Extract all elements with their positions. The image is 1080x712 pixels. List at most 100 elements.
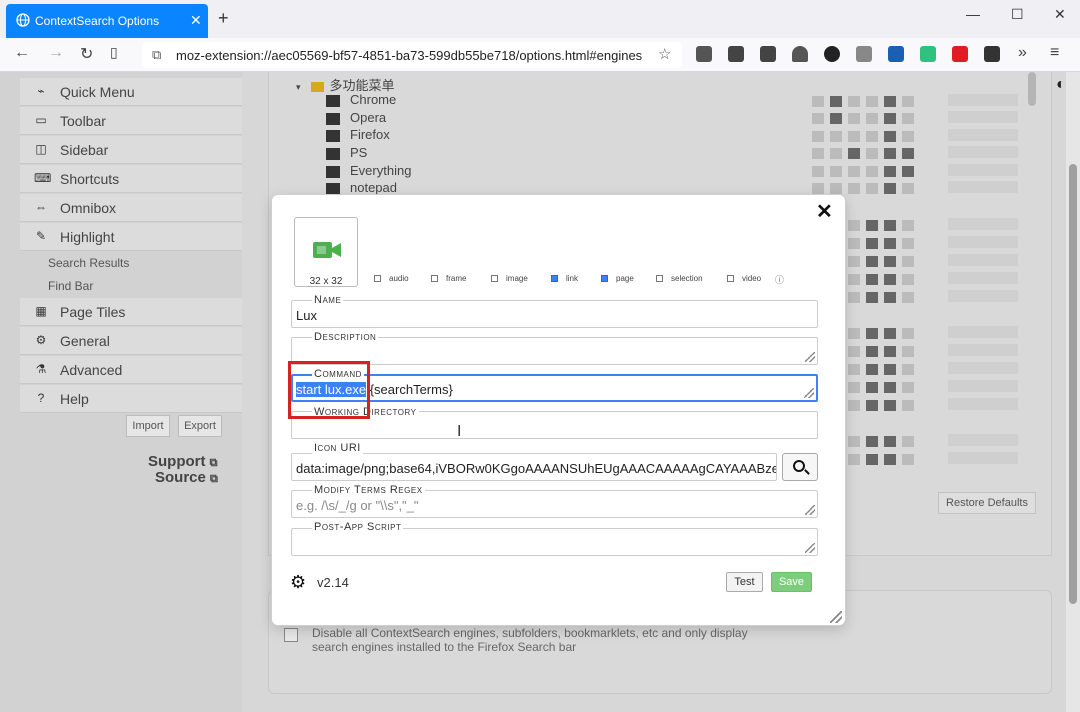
- engine-row-shortcut: [948, 111, 1018, 123]
- engines-scrollbar[interactable]: [1028, 72, 1036, 106]
- engine-context-icons: [848, 362, 938, 375]
- command-field[interactable]: start lux.exe {searchTerms}: [291, 374, 818, 402]
- modal-resize-grip-icon[interactable]: [830, 611, 842, 623]
- forward-arrow-icon[interactable]: →: [48, 44, 64, 62]
- restore-defaults-button[interactable]: Restore Defaults: [938, 492, 1036, 514]
- download-icon[interactable]: [728, 46, 744, 62]
- sidebar-item-help[interactable]: ? Help: [20, 385, 242, 413]
- engine-row-shortcut: [948, 452, 1018, 464]
- save-page-icon[interactable]: [920, 46, 936, 62]
- reload-icon[interactable]: ↻: [80, 44, 93, 64]
- info-icon[interactable]: ⓘ: [775, 273, 784, 286]
- sidebar-subitem-search-results[interactable]: Search Results: [48, 256, 129, 270]
- resize-grip-icon[interactable]: [805, 543, 815, 553]
- tree-item[interactable]: Everything: [326, 163, 411, 178]
- source-link[interactable]: Source ⧉: [155, 469, 218, 486]
- context-checkbox[interactable]: [431, 275, 438, 283]
- sidebar-subitem-find-bar[interactable]: Find Bar: [48, 279, 93, 293]
- url-bar[interactable]: ⧉ moz-extension://aec05569-bf57-4851-ba7…: [142, 42, 682, 68]
- disable-engines-checkbox[interactable]: [284, 628, 298, 642]
- sidebar-item-omnibox[interactable]: ⇔ Omnibox: [20, 194, 242, 222]
- sidebar-item-advanced[interactable]: ⚗ Advanced: [20, 356, 242, 384]
- icon-search-button[interactable]: [782, 453, 818, 481]
- edit-engine-dialog: ✕ 32 x 32 audio frame image link page se…: [272, 195, 845, 625]
- sidebar-item-highlight[interactable]: ✎ Highlight: [20, 223, 242, 251]
- overflow-chevron-icon[interactable]: »: [1018, 44, 1027, 62]
- engine-row-shortcut: [948, 146, 1018, 158]
- record-icon[interactable]: [824, 46, 840, 62]
- tab-close-icon[interactable]: ✕: [190, 12, 202, 29]
- pocket-icon[interactable]: [952, 46, 968, 62]
- icon-uri-field[interactable]: data:image/png;base64,iVBORw0KGgoAAAANSU…: [291, 453, 777, 481]
- context-checkbox[interactable]: [656, 275, 663, 283]
- screenshot-icon[interactable]: [760, 46, 776, 62]
- container-icon[interactable]: [856, 46, 872, 62]
- resize-grip-icon[interactable]: [804, 388, 814, 398]
- settings-gear-icon[interactable]: ⚙: [290, 572, 306, 593]
- context-video[interactable]: video: [727, 274, 761, 283]
- context-link[interactable]: link: [551, 274, 578, 283]
- new-tab-button[interactable]: +: [218, 8, 229, 29]
- post-app-script-label: Post-App Script: [312, 521, 404, 533]
- password-manager-icon[interactable]: [888, 46, 904, 62]
- context-page[interactable]: page: [601, 274, 634, 283]
- page-scrollbar-thumb[interactable]: [1069, 164, 1077, 604]
- tree-item[interactable]: notepad: [326, 180, 397, 195]
- engine-row-shortcut: [948, 254, 1018, 266]
- close-window-button[interactable]: ✕: [1054, 6, 1066, 23]
- tree-item[interactable]: Chrome: [326, 92, 396, 107]
- text-cursor-icon: I: [457, 423, 462, 440]
- tree-item[interactable]: PS: [326, 145, 367, 160]
- sidebar-item-general[interactable]: ⚙ General: [20, 327, 242, 355]
- sidebar-item-label: Advanced: [60, 362, 123, 378]
- sidebar-item-page-tiles[interactable]: ▦ Page Tiles: [20, 298, 242, 326]
- context-image[interactable]: image: [491, 274, 528, 283]
- engine-context-icons: [848, 344, 938, 357]
- context-checkbox-checked[interactable]: [551, 275, 558, 283]
- engine-context-icons: [848, 398, 938, 411]
- context-selection[interactable]: selection: [656, 274, 703, 283]
- minimize-button[interactable]: —: [966, 6, 980, 22]
- theme-toggle-icon[interactable]: ◐: [1056, 76, 1066, 94]
- bookmark-star-icon[interactable]: ☆: [658, 45, 671, 63]
- reader-view-icon[interactable]: ▯: [110, 44, 118, 61]
- resize-grip-icon[interactable]: [805, 505, 815, 515]
- name-field[interactable]: Lux: [291, 300, 818, 328]
- context-checkbox[interactable]: [727, 275, 734, 283]
- sidebar-item-shortcuts[interactable]: ⌨ Shortcuts: [20, 165, 242, 193]
- rocket-icon[interactable]: [792, 46, 808, 62]
- extension-icon[interactable]: [984, 46, 1000, 62]
- context-checkbox[interactable]: [491, 275, 498, 283]
- version-label: v2.14: [317, 575, 349, 590]
- context-audio[interactable]: audio: [374, 274, 409, 283]
- back-arrow-icon[interactable]: ←: [14, 44, 30, 62]
- sidebar-item-label: Omnibox: [60, 200, 117, 216]
- sidebar-item-sidebar[interactable]: ◫ Sidebar: [20, 136, 242, 164]
- undo-close-icon[interactable]: [696, 46, 712, 62]
- context-checkbox-checked[interactable]: [601, 275, 608, 283]
- engine-row-shortcut: [948, 236, 1018, 248]
- hamburger-menu-icon[interactable]: ≡: [1050, 44, 1059, 62]
- resize-grip-icon[interactable]: [805, 352, 815, 362]
- context-checkbox[interactable]: [374, 275, 381, 283]
- toolbar-icon: ▭: [35, 113, 47, 127]
- context-label: video: [742, 274, 762, 283]
- maximize-button[interactable]: ☐: [1011, 6, 1024, 23]
- engine-icon-preview[interactable]: 32 x 32: [294, 217, 358, 287]
- regex-placeholder: e.g. /\s/_/g or "\\s","_": [296, 498, 419, 513]
- save-button[interactable]: Save: [771, 572, 812, 592]
- import-button[interactable]: Import: [126, 415, 170, 437]
- context-frame[interactable]: frame: [431, 274, 466, 283]
- tree-item[interactable]: Opera: [326, 110, 386, 125]
- url-text[interactable]: moz-extension://aec05569-bf57-4851-ba73-…: [176, 48, 642, 63]
- active-tab[interactable]: ContextSearch Options ✕: [6, 4, 208, 38]
- folder-collapse-icon[interactable]: ▾: [296, 82, 301, 92]
- modify-terms-regex-label: Modify Terms Regex: [312, 484, 425, 496]
- sidebar-item-toolbar[interactable]: ▭ Toolbar: [20, 107, 242, 135]
- test-button[interactable]: Test: [726, 572, 763, 592]
- close-icon[interactable]: ✕: [816, 199, 833, 224]
- tree-item[interactable]: Firefox: [326, 127, 390, 142]
- export-button[interactable]: Export: [178, 415, 222, 437]
- sidebar-item-quick-menu[interactable]: ⌁ Quick Menu: [20, 78, 242, 106]
- support-link[interactable]: Support ⧉: [148, 453, 218, 470]
